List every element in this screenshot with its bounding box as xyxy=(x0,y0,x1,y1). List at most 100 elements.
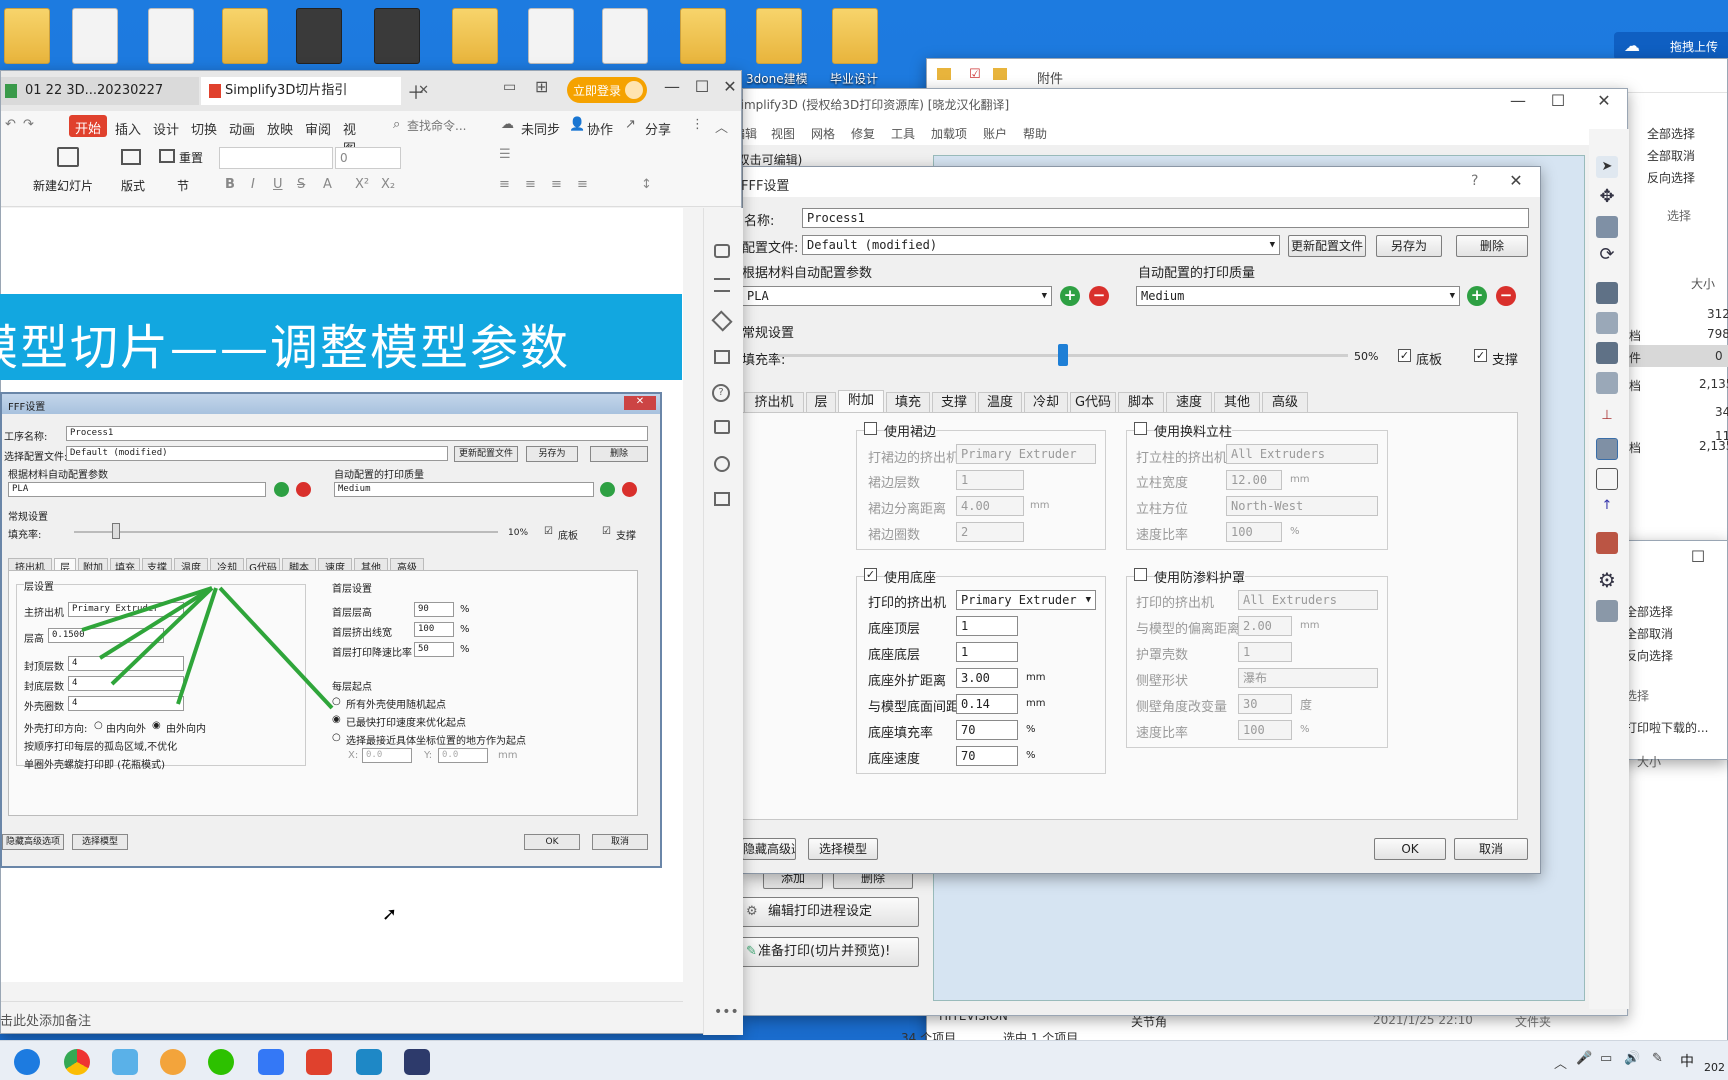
edit-process-button[interactable]: ⚙ 编辑打印进程设定 xyxy=(737,897,919,927)
tray-chevron-icon[interactable]: ︿ xyxy=(1554,1053,1567,1072)
prime-width-input[interactable]: 12.00 xyxy=(1226,470,1282,490)
ime-indicator[interactable]: 中 xyxy=(1680,1051,1694,1071)
new-tab-icon[interactable]: ＋ xyxy=(407,79,425,105)
tab-home[interactable]: 开始 xyxy=(69,115,107,137)
menu-mesh[interactable]: 网格 xyxy=(811,125,835,142)
tab-review[interactable]: 审阅 xyxy=(305,119,331,138)
chrome-icon[interactable] xyxy=(64,1049,90,1075)
desktop-folder-icon[interactable] xyxy=(756,8,802,64)
superscript-icon[interactable]: X² xyxy=(355,177,369,192)
desktop-image-icon[interactable] xyxy=(296,8,342,64)
quality-select[interactable]: Medium ▼ xyxy=(1136,286,1460,306)
notes-bar[interactable]: 单击此处添加备注 xyxy=(0,1001,683,1033)
more-icon[interactable]: ⋮ xyxy=(691,117,704,132)
raft-base-input[interactable]: 1 xyxy=(956,642,1018,662)
align-left-icon[interactable]: ≡ xyxy=(499,177,510,192)
desktop-doc-icon[interactable] xyxy=(72,8,118,64)
pen-icon[interactable]: ✎ xyxy=(1652,1051,1663,1066)
skirt-checkbox[interactable] xyxy=(864,422,877,435)
tab-insert[interactable]: 插入 xyxy=(115,119,141,138)
app-icon[interactable] xyxy=(258,1049,284,1075)
line-spacing-icon[interactable]: ↕ xyxy=(641,177,652,192)
tab-8[interactable]: 脚本 xyxy=(1118,392,1164,414)
desktop-doc-icon[interactable] xyxy=(148,8,194,64)
cancel-button[interactable]: 取消 xyxy=(1454,838,1528,860)
update-profile-button[interactable]: 更新配置文件 xyxy=(1288,235,1366,257)
prime-extruder-select[interactable]: All Extruders xyxy=(1226,444,1378,464)
tab-2[interactable]: 附加 xyxy=(838,390,884,414)
network-icon[interactable]: ▭ xyxy=(1600,1051,1612,1066)
minimize-button[interactable]: — xyxy=(657,77,687,96)
add-quality-icon[interactable]: + xyxy=(1467,286,1487,306)
ok-button[interactable]: OK xyxy=(1374,838,1446,860)
ooze-outlines-input[interactable]: 1 xyxy=(1238,642,1292,662)
axes-icon[interactable]: ⊥ xyxy=(1596,408,1618,430)
scale-icon[interactable] xyxy=(1596,216,1618,238)
delete-profile-button[interactable]: 删除 xyxy=(1456,235,1528,257)
prime-speed-input[interactable]: 100 xyxy=(1226,522,1282,542)
skirt-outlines-input[interactable]: 2 xyxy=(956,522,1024,542)
reset-button[interactable]: 重置 xyxy=(179,149,203,166)
toolstrip-icon[interactable] xyxy=(714,420,730,434)
list-icon[interactable]: ☰ xyxy=(499,147,511,162)
infill-slider-thumb[interactable] xyxy=(1058,344,1068,366)
desktop-person-folder-icon[interactable] xyxy=(452,8,498,64)
layout-icon[interactable] xyxy=(121,149,141,165)
wps-icon[interactable] xyxy=(306,1049,332,1075)
simplify3d-icon[interactable] xyxy=(404,1049,430,1075)
help-icon[interactable]: ? xyxy=(712,384,730,402)
close-button[interactable]: ✕ xyxy=(1501,171,1531,190)
close-button[interactable]: ✕ xyxy=(1589,91,1619,110)
toolstrip-icon[interactable] xyxy=(714,492,730,506)
breadcrumb[interactable]: 附件 xyxy=(1037,68,1063,87)
raft-speed-input[interactable]: 70 xyxy=(956,746,1018,766)
cube-view-icon[interactable] xyxy=(1596,282,1618,304)
menu-view[interactable]: 视图 xyxy=(771,125,795,142)
raft-top-input[interactable]: 1 xyxy=(956,616,1018,636)
tab-document-1[interactable]: 01 22 3D...20230227 xyxy=(1,77,199,105)
new-slide-icon[interactable] xyxy=(57,147,79,167)
ooze-shield-checkbox[interactable] xyxy=(1134,568,1147,581)
desktop-folder-icon[interactable] xyxy=(222,8,268,64)
ooze-speed-input[interactable]: 100 xyxy=(1238,720,1292,740)
tab-transition[interactable]: 切换 xyxy=(191,119,217,138)
process-name-input[interactable]: Process1 xyxy=(802,208,1529,228)
window-list-icon[interactable]: ▭ xyxy=(503,79,516,95)
new-slide-button[interactable]: 新建幻灯片 xyxy=(33,177,93,194)
ooze-extruder-select[interactable]: All Extruders xyxy=(1238,590,1378,610)
layers-icon[interactable] xyxy=(1596,600,1618,622)
sync-status[interactable]: 未同步 xyxy=(521,119,560,138)
invert-select-button[interactable]: 反向选择 xyxy=(1647,169,1695,186)
desktop-folder-icon[interactable] xyxy=(4,8,50,64)
strikethrough-icon[interactable]: S xyxy=(297,177,305,192)
subscript-icon[interactable]: X₂ xyxy=(381,177,395,192)
save-as-button[interactable]: 另存为 xyxy=(1376,235,1442,257)
desktop-doc-icon[interactable] xyxy=(602,8,648,64)
invert-select-button[interactable]: 反向选择 xyxy=(1625,647,1673,664)
section-button[interactable]: 节 xyxy=(177,177,189,194)
desktop-folder-icon[interactable] xyxy=(680,8,726,64)
wireframe-icon[interactable] xyxy=(1596,468,1618,490)
desktop-folder-icon[interactable] xyxy=(832,8,878,64)
more-icon[interactable]: ••• xyxy=(714,1004,739,1020)
collaborate-button[interactable]: 协作 xyxy=(587,119,613,138)
raft-enable-checkbox[interactable]: ✓ xyxy=(864,568,877,581)
cube-side-icon[interactable] xyxy=(1596,342,1618,364)
underline-icon[interactable]: U xyxy=(273,177,283,192)
toolstrip-icon[interactable] xyxy=(714,278,730,292)
rotate-icon[interactable]: ⟳ xyxy=(1596,244,1618,266)
menu-addons[interactable]: 加载项 xyxy=(931,125,967,142)
skirt-layers-input[interactable]: 1 xyxy=(956,470,1024,490)
tab-5[interactable]: 温度 xyxy=(978,392,1022,414)
font-color-icon[interactable]: A xyxy=(323,177,332,192)
profile-select[interactable]: Default (modified) ▼ xyxy=(802,235,1280,255)
cube-iso-icon[interactable] xyxy=(1596,438,1618,460)
raft-checkbox[interactable]: ✓ xyxy=(1398,349,1411,362)
toolstrip-icon[interactable] xyxy=(714,456,730,472)
app-icon[interactable] xyxy=(112,1049,138,1075)
move-icon[interactable]: ✥ xyxy=(1596,186,1618,208)
prime-pillar-checkbox[interactable] xyxy=(1134,422,1147,435)
maximize-button[interactable]: ☐ xyxy=(1543,91,1573,110)
add-material-icon[interactable]: + xyxy=(1060,286,1080,306)
wechat-icon[interactable] xyxy=(208,1049,234,1075)
